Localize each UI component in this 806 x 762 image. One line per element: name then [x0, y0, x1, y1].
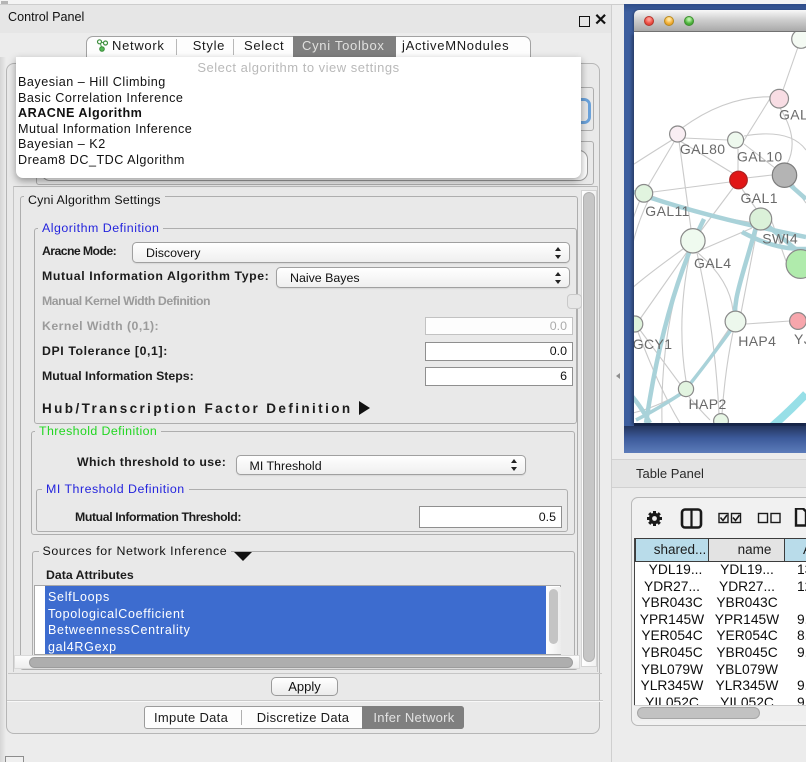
svg-text:GAL10: GAL10	[737, 148, 783, 164]
svg-text:YJ: YJ	[794, 331, 806, 347]
svg-text:HAP4: HAP4	[738, 333, 776, 349]
svg-text:GAL2: GAL2	[779, 107, 806, 123]
svg-text:HAP2: HAP2	[689, 396, 727, 412]
svg-text:GAL4: GAL4	[694, 255, 731, 271]
svg-text:GCY1: GCY1	[634, 336, 672, 352]
svg-text:SWI4: SWI4	[762, 231, 798, 247]
svg-text:GAL80: GAL80	[680, 141, 726, 157]
svg-text:GAL1: GAL1	[741, 190, 778, 206]
svg-text:GAL11: GAL11	[645, 203, 690, 219]
